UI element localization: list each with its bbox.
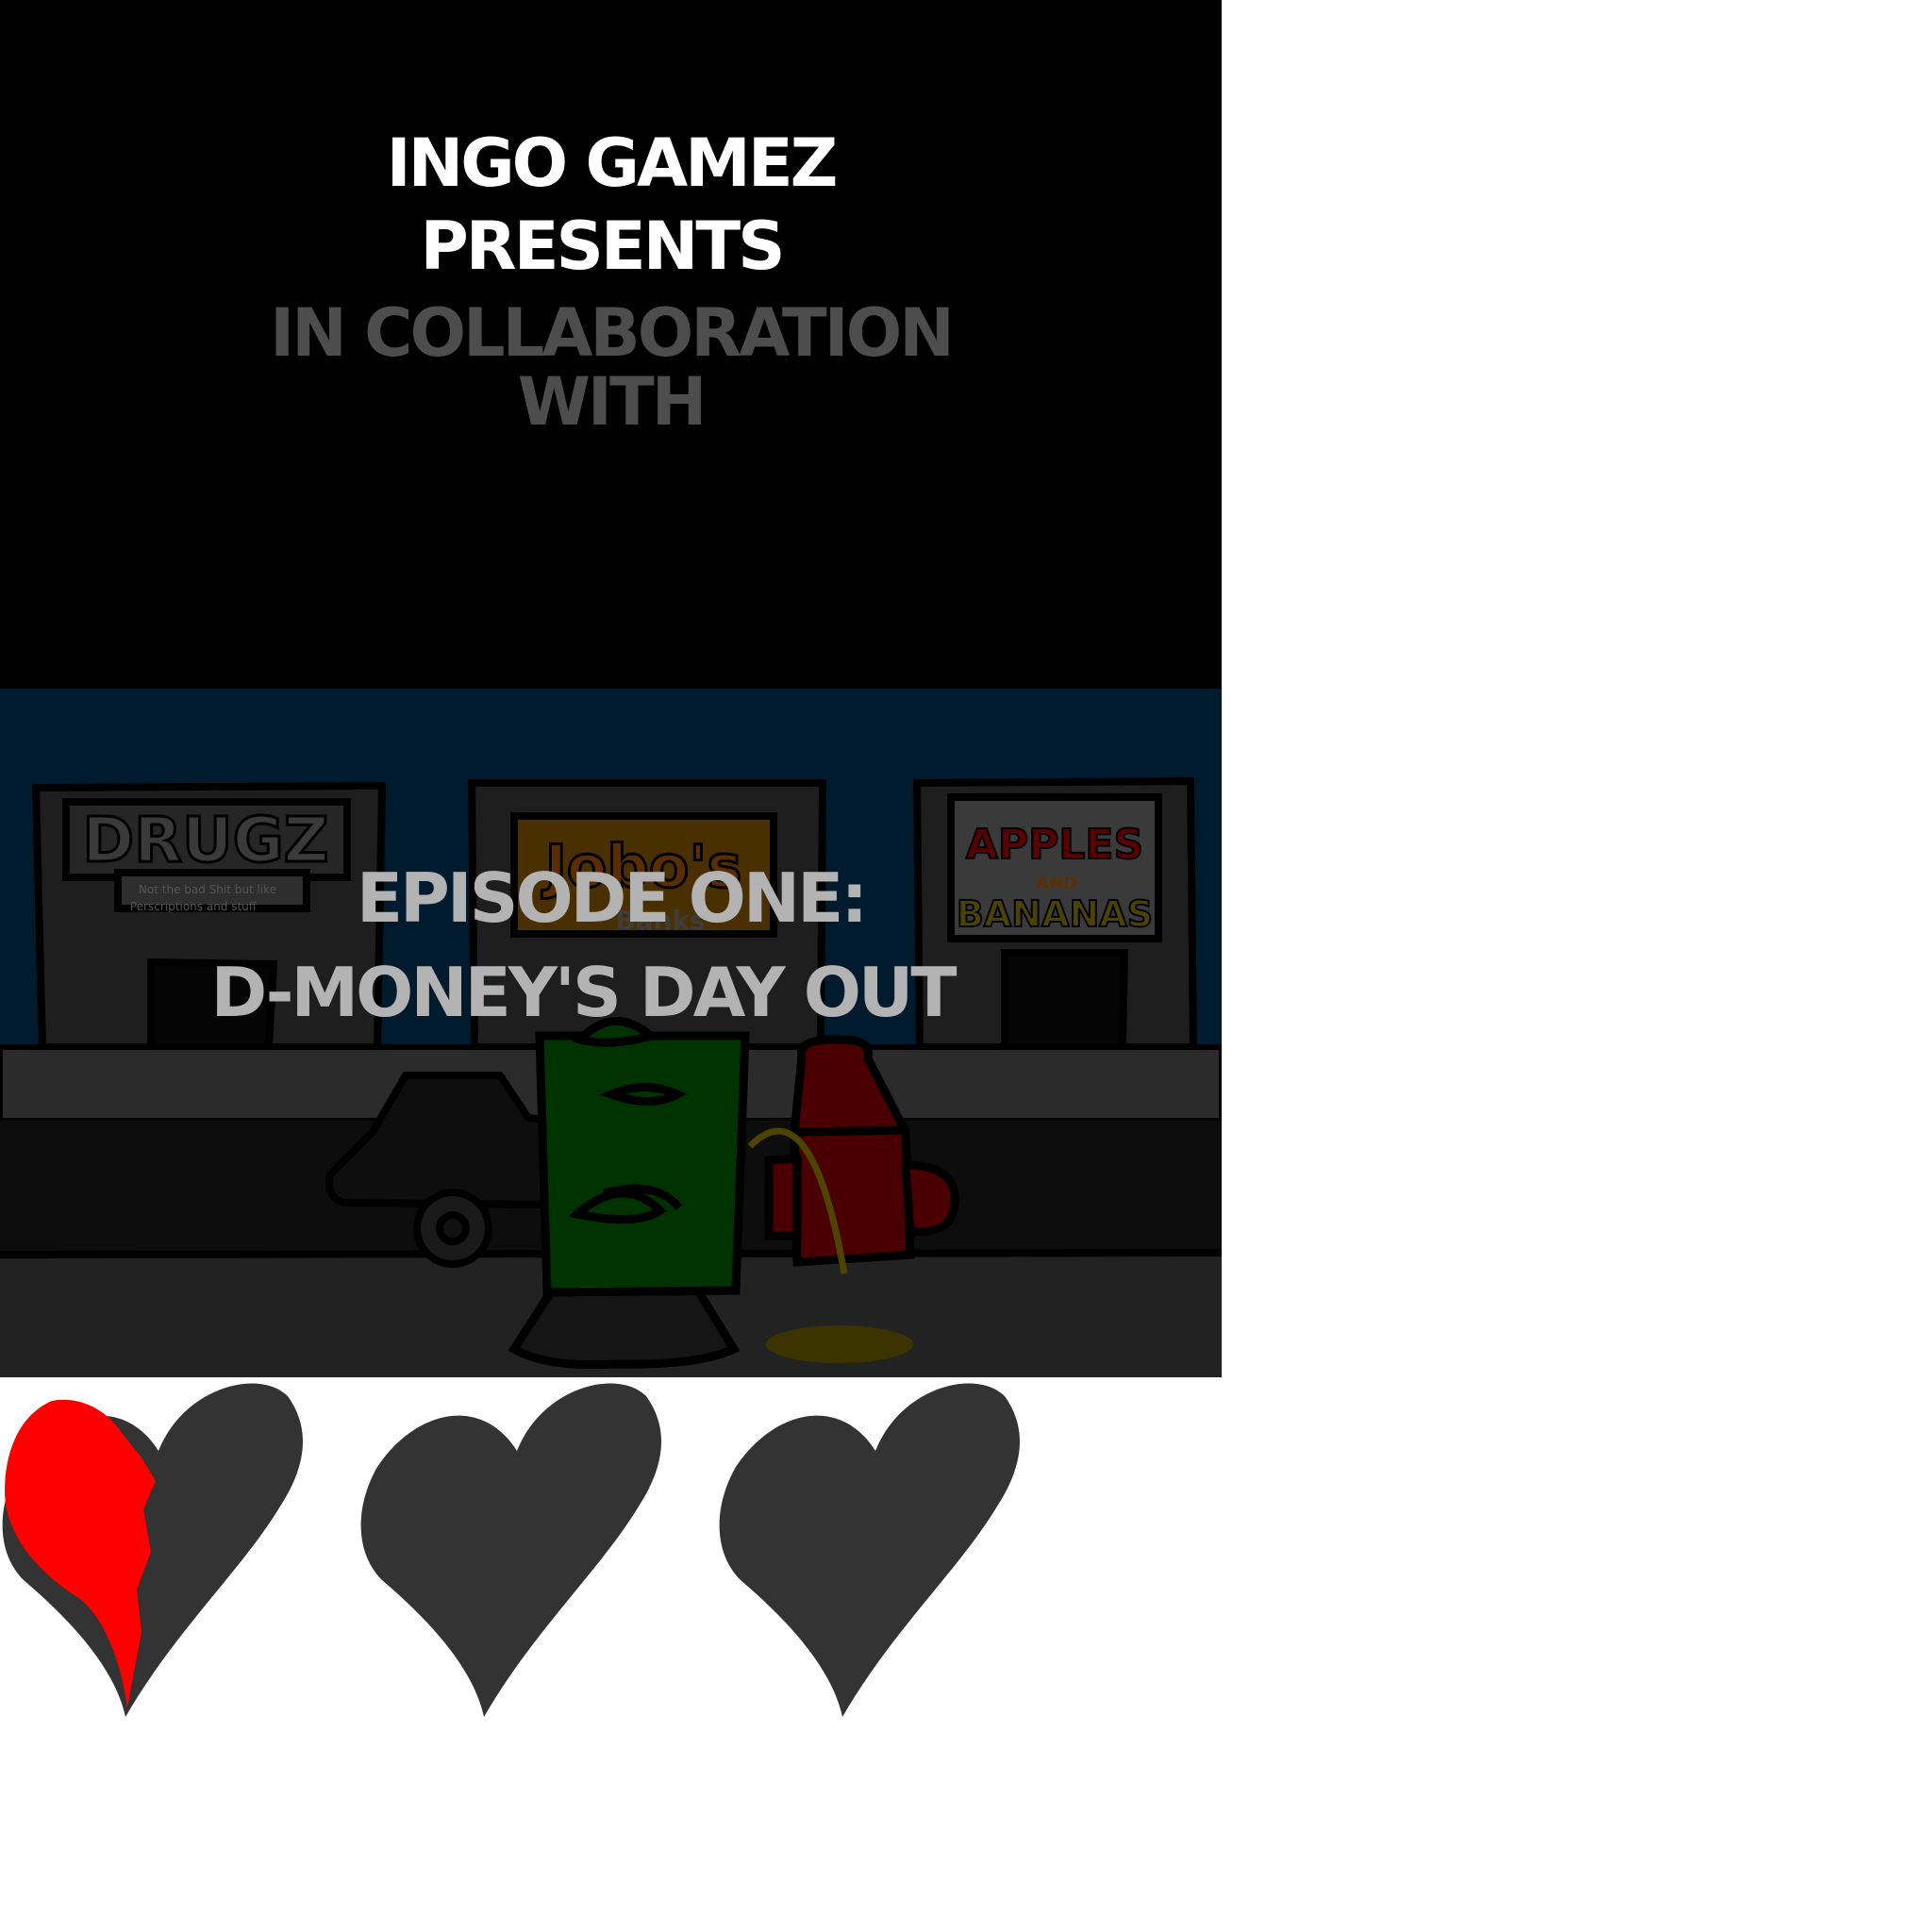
intro-line-presents: PRESENTS xyxy=(420,208,785,285)
trash-can-character xyxy=(508,1017,750,1370)
episode-title: EPISODE ONE: xyxy=(356,858,868,938)
lives-display xyxy=(0,1377,1057,1736)
intro-line-studio: INGO GAMEZ xyxy=(386,125,839,202)
heart-icon-2 xyxy=(358,1377,698,1736)
street-scene: DRUGZ Not the bad Shit but like Perscrip… xyxy=(0,689,1222,1377)
heart-icon-1 xyxy=(0,1377,340,1736)
street-scene-art: DRUGZ Not the bad Shit but like Perscrip… xyxy=(0,689,1222,1377)
intro-line-with: WITH xyxy=(517,363,708,441)
game-stage: INGO GAMEZ PRESENTS IN COLLABORATION WIT… xyxy=(0,0,1222,1377)
episode-subtitle: D-MONEY'S DAY OUT xyxy=(210,953,958,1032)
heart-icon-3 xyxy=(717,1377,1057,1736)
intro-line-collab: IN COLLABORATION xyxy=(270,294,955,372)
